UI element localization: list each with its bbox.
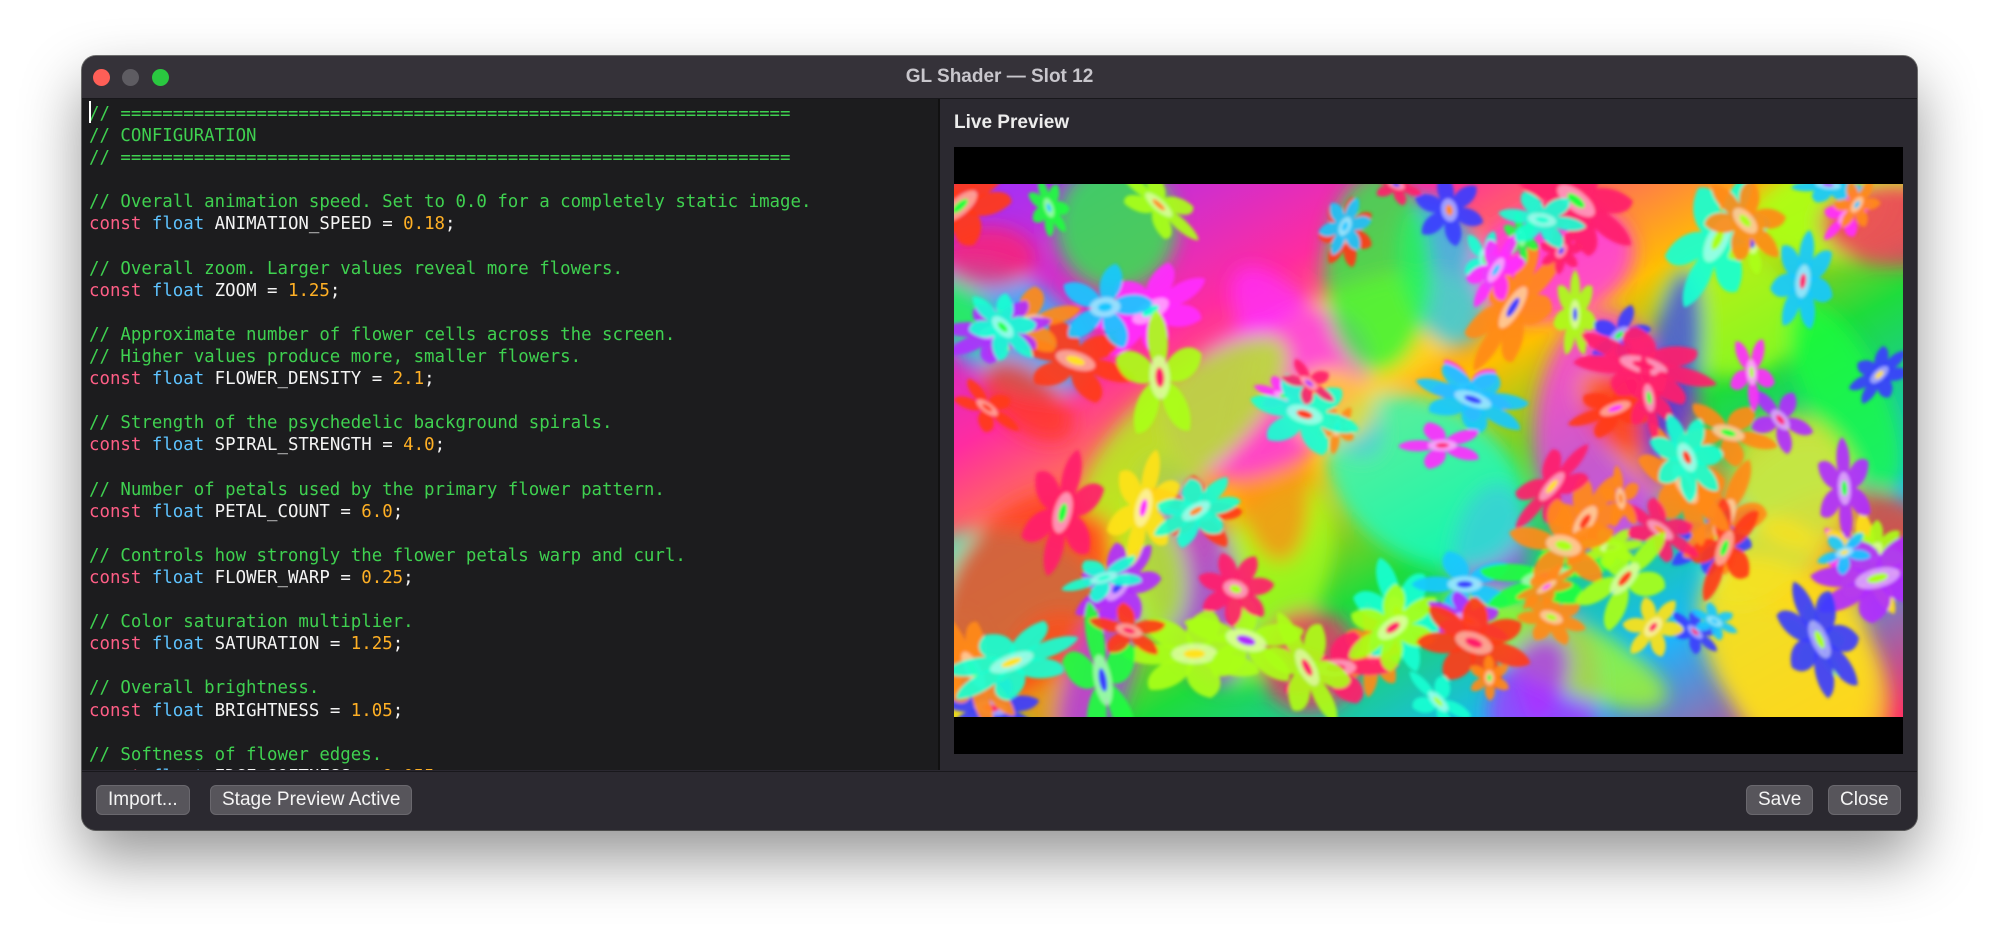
code-line: // Overall zoom. Larger values reveal mo… bbox=[89, 258, 623, 279]
window-title: GL Shader — Slot 12 bbox=[905, 66, 1094, 87]
minimize-window-button[interactable] bbox=[122, 69, 139, 86]
code-line: // Overall brightness. bbox=[89, 678, 320, 699]
close-button[interactable]: Close bbox=[1828, 785, 1901, 815]
code-editor[interactable]: // =====================================… bbox=[82, 99, 940, 770]
save-button[interactable]: Save bbox=[1746, 785, 1814, 815]
code-line: const float FLOWER_WARP = 0.25; bbox=[89, 567, 414, 588]
shader-window: GL Shader — Slot 12 // =================… bbox=[82, 56, 1917, 830]
code-line: // Color saturation multiplier. bbox=[89, 612, 414, 633]
code-line: const float FLOWER_DENSITY = 2.1; bbox=[89, 369, 435, 390]
code-line: // =====================================… bbox=[89, 148, 791, 169]
code-line: const float PETAL_COUNT = 6.0; bbox=[89, 501, 404, 522]
stage-preview-button[interactable]: Stage Preview Active bbox=[210, 785, 413, 815]
code-line: const float SATURATION = 1.25; bbox=[89, 634, 404, 655]
code-line: // Controls how strongly the flower peta… bbox=[89, 545, 686, 566]
code-line: // Strength of the psychedelic backgroun… bbox=[89, 413, 613, 434]
code-line: const float EDGE_SOFTNESS = 0.055; bbox=[89, 766, 938, 770]
import-button[interactable]: Import... bbox=[96, 785, 190, 815]
preview-panel: Live Preview bbox=[940, 99, 1917, 770]
code-line: // =====================================… bbox=[89, 104, 791, 124]
code-line: // CONFIGURATION bbox=[89, 126, 257, 147]
code-line: // Approximate number of flower cells ac… bbox=[89, 324, 676, 345]
code-line: // Number of petals used by the primary … bbox=[89, 479, 665, 500]
shader-code[interactable]: // =====================================… bbox=[82, 99, 938, 770]
code-line: const float ANIMATION_SPEED = 0.18; bbox=[89, 214, 456, 235]
footer-bar: Import... Stage Preview Active Save Clos… bbox=[82, 771, 1917, 830]
close-window-button[interactable] bbox=[93, 69, 110, 86]
shader-render-image bbox=[954, 184, 1903, 717]
code-line: // Higher values produce more, smaller f… bbox=[89, 347, 582, 368]
preview-canvas[interactable] bbox=[954, 147, 1903, 754]
code-line: // Softness of flower edges. bbox=[89, 744, 383, 765]
code-line: const float BRIGHTNESS = 1.05; bbox=[89, 700, 404, 721]
code-line: // Overall animation speed. Set to 0.0 f… bbox=[89, 192, 812, 213]
preview-title: Live Preview bbox=[954, 112, 1070, 133]
code-line: const float ZOOM = 1.25; bbox=[89, 280, 341, 301]
title-bar[interactable]: GL Shader — Slot 12 bbox=[82, 56, 1917, 99]
maximize-window-button[interactable] bbox=[152, 69, 169, 86]
text-cursor bbox=[89, 101, 91, 123]
code-line: const float SPIRAL_STRENGTH = 4.0; bbox=[89, 435, 446, 456]
